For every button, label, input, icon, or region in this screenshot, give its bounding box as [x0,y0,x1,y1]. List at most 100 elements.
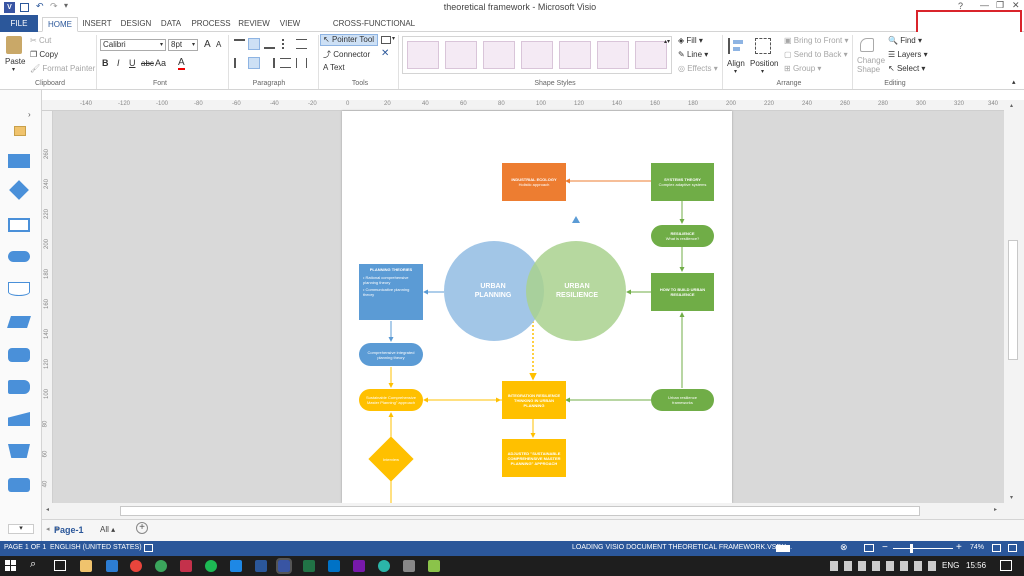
position-dropdown-icon[interactable]: ▾ [761,68,764,75]
style-swatch[interactable] [635,41,667,69]
tab-cross-functional-flowchart[interactable]: CROSS-FUNCTIONAL FLOWCHART [308,17,440,41]
zoom-out-button[interactable]: − [882,542,888,553]
copy-button[interactable]: ❐ Copy [30,50,58,59]
shape-terminator[interactable] [8,251,30,262]
zoom-slider-thumb[interactable] [910,544,913,553]
urban-resilience-frameworks-terminator[interactable]: Urban resilience frameworks [651,389,714,411]
font-size-select[interactable]: 8pt ▾ [168,39,198,51]
align-left-icon[interactable] [234,58,245,68]
shape-rectangle[interactable] [8,154,30,168]
position-icon[interactable] [755,38,771,54]
vertical-scrollbar[interactable]: ▴ ▾ [1004,100,1024,519]
chrome-icon[interactable] [130,560,142,572]
fill-button[interactable]: ◈ Fill ▾ [678,36,703,45]
shrink-font-button[interactable]: A [216,40,221,49]
vertical-scroll-thumb[interactable] [1008,240,1018,360]
align-right-icon[interactable] [264,58,275,68]
file-explorer-icon[interactable] [80,560,92,572]
align-icon[interactable] [728,38,744,54]
scroll-up-icon[interactable]: ▴ [1010,102,1013,109]
search-icon[interactable]: ⌕ [30,558,36,571]
align-middle-icon[interactable] [248,38,260,50]
decrease-indent-icon[interactable] [296,39,307,49]
planning-theories-box[interactable]: PLANNING THEORIES • Rational comprehensi… [359,264,423,320]
app-teal-icon[interactable] [378,560,390,572]
shape-external-data[interactable] [8,380,30,394]
page-indicator[interactable]: PAGE 1 OF 1 [4,544,46,551]
redo-icon[interactable]: ↷ [50,1,58,12]
align-center-icon[interactable] [248,57,260,69]
justify-icon[interactable] [280,58,291,68]
collapse-ribbon-icon[interactable]: ▴ [1012,78,1016,86]
scroll-right-icon[interactable]: ▸ [994,506,997,513]
connection-point-icon[interactable]: ✕ [381,48,389,59]
increase-indent-icon[interactable] [296,58,307,68]
more-shapes-icon[interactable] [14,126,26,136]
system-tray-icons[interactable] [830,561,940,571]
fit-page-icon[interactable] [992,544,1001,552]
resilience-terminator[interactable]: RESILIENCE What is resilience? [651,225,714,247]
tab-data[interactable]: DATA [158,17,184,32]
drawing-page[interactable]: URBAN PLANNING URBAN RESILIENCE INDUSTRI… [342,111,732,503]
shape-document[interactable] [8,282,30,296]
zoom-in-button[interactable]: + [956,542,962,553]
underline-button[interactable]: U [129,58,136,68]
app-blue-icon[interactable] [230,560,242,572]
style-swatch[interactable] [483,41,515,69]
app-red-icon[interactable] [180,560,192,572]
paste-button[interactable]: Paste [5,57,25,66]
insert-page-button[interactable]: + [136,522,148,534]
all-pages-button[interactable]: All ▴ [100,525,115,534]
shape-preparation[interactable] [8,478,30,492]
language-indicator[interactable]: ENGLISH (UNITED STATES) [50,544,142,551]
onenote-icon[interactable] [353,560,365,572]
change-shape-button[interactable]: Change Shape [857,56,887,74]
change-shape-icon[interactable] [860,38,874,52]
shape-subprocess[interactable] [8,218,30,232]
scroll-down-icon[interactable]: ▾ [1010,494,1013,501]
expand-shapes-icon[interactable]: › [28,110,31,119]
industrial-ecology-box[interactable]: INDUSTRIAL ECOLOGY Holistic approach [502,163,566,201]
adjusted-approach-box[interactable]: ADJUSTED "SUSTAINABLE COMPREHENSIVE MAST… [502,439,566,477]
outlook-icon[interactable] [328,560,340,572]
style-swatch[interactable] [597,41,629,69]
page-nav-prev-icon[interactable]: ◂ [46,525,50,533]
gallery-scroll-icon[interactable]: ▴▾ [664,38,670,45]
bullets-icon[interactable] [282,39,293,49]
spotify-icon[interactable] [205,560,217,572]
change-case-button[interactable]: Aa [155,58,166,68]
language-indicator[interactable]: ENG [942,561,959,570]
sustainable-comprehensive-terminator[interactable]: Sustainable Comprehensive Master Plannin… [359,389,423,411]
position-button[interactable]: Position [750,59,778,68]
grow-font-button[interactable]: A [204,39,211,50]
visio-app-icon[interactable]: V [4,2,15,13]
tab-process[interactable]: PROCESS [190,17,232,32]
layers-button[interactable]: ☰ Layers ▾ [888,50,928,59]
shape-manual-input[interactable] [8,412,30,426]
app-green-icon[interactable] [155,560,167,572]
visio-icon[interactable] [276,558,292,574]
style-swatch[interactable] [559,41,591,69]
word-icon[interactable] [255,560,267,572]
cancel-loading-icon[interactable]: ⊗ [840,542,848,553]
align-button[interactable]: Align [727,59,745,68]
select-button[interactable]: ↖ Select ▾ [888,64,925,73]
shapes-scroll-down-icon[interactable]: ▾ [8,524,34,534]
store-icon[interactable] [106,560,118,572]
excel-icon[interactable] [303,560,315,572]
tab-home[interactable]: HOME [42,17,78,32]
horizontal-scrollbar[interactable]: ◂ ▸ [42,503,1024,519]
strikethrough-button[interactable]: abc [141,59,154,68]
font-color-button[interactable]: A [178,57,185,70]
rectangle-tool-icon[interactable] [381,36,391,44]
how-to-build-box[interactable]: HOW TO BUILD URBAN RESILIENCE [651,273,714,311]
format-painter-button[interactable]: 🖌 Format Painter [30,64,95,73]
align-top-icon[interactable] [234,39,245,49]
systems-theory-box[interactable]: SYSTEMS THEORY Complex adaptive systems [651,163,714,201]
macro-icon[interactable] [144,544,153,552]
integration-resilience-box[interactable]: INTEGRATION RESILIENCE THINKING IN URBAN… [502,381,566,419]
save-icon[interactable] [20,3,29,12]
line-button[interactable]: ✎ Line ▾ [678,50,708,59]
rectangle-dropdown-icon[interactable]: ▾ [392,35,395,42]
align-dropdown-icon[interactable]: ▾ [734,68,737,75]
